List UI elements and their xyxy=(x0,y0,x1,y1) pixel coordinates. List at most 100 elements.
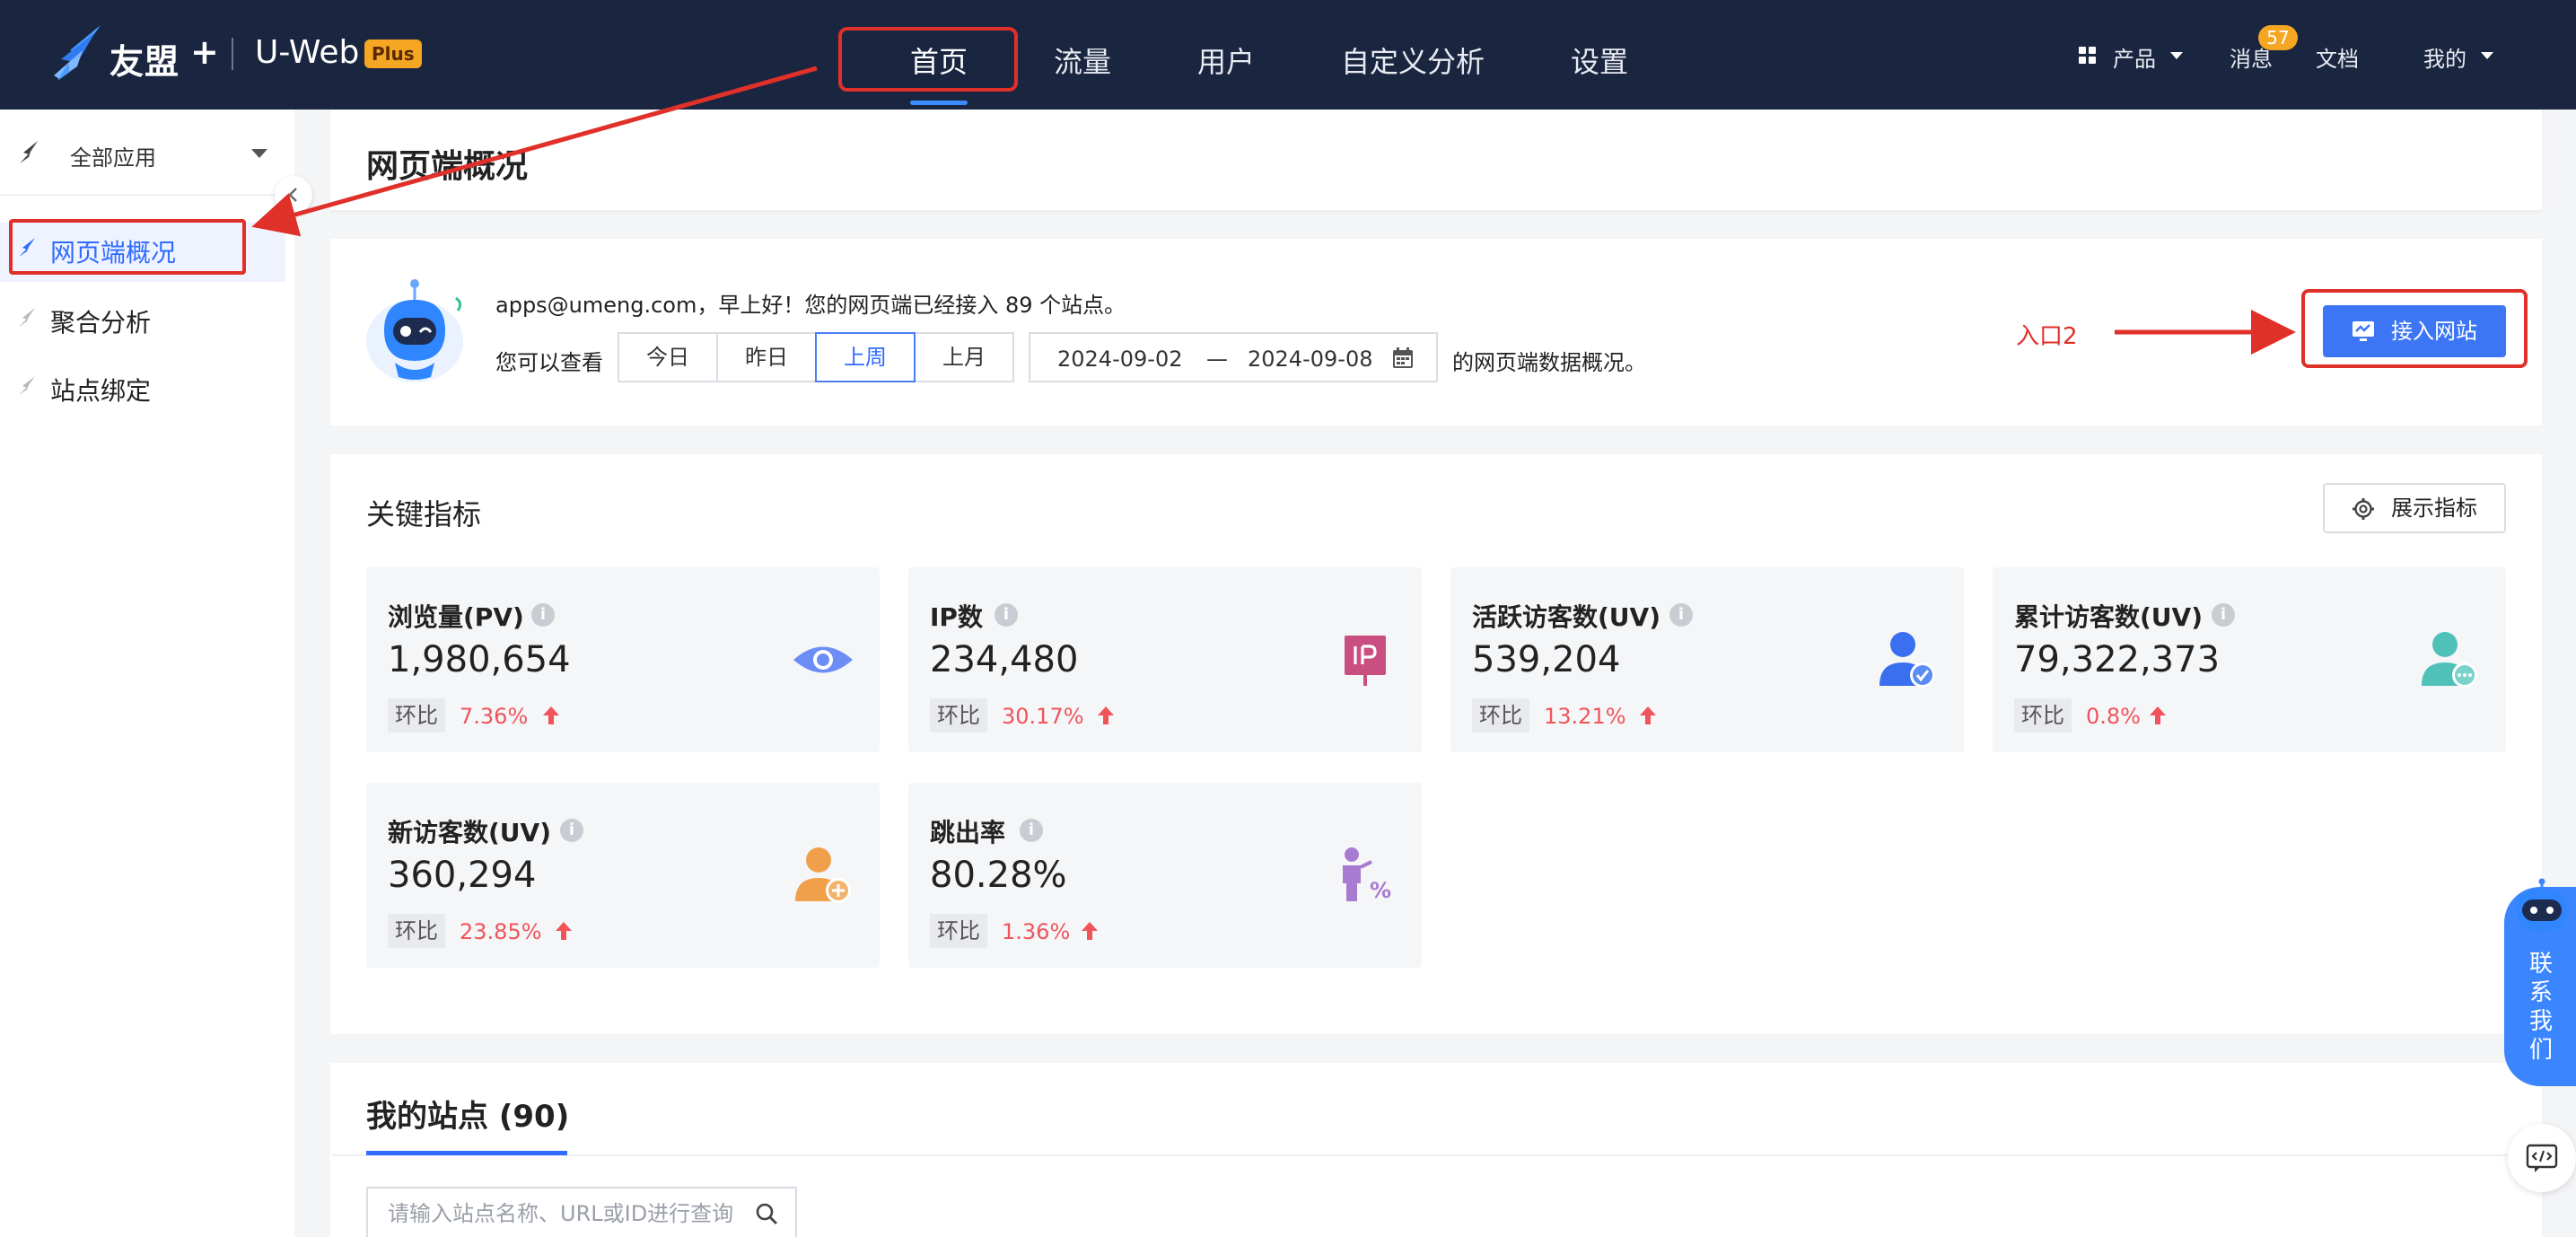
connect-site-label: 接入网站 xyxy=(2391,319,2477,344)
info-icon[interactable]: i xyxy=(531,603,555,627)
top-navigation-bar: 友盟 + U-Web Plus 首页 流量 用户 自定义分析 设置 产品 消息 … xyxy=(0,0,2576,110)
metric-value: 80.28% xyxy=(930,855,1067,896)
sidebar-collapse-button[interactable] xyxy=(275,176,312,214)
umeng-bird-icon xyxy=(19,376,35,395)
arrow-up-icon xyxy=(1640,706,1656,724)
ratio-value: 23.85% xyxy=(460,919,542,944)
tabs-divider xyxy=(332,1154,2540,1156)
annotation-box-sidebar xyxy=(9,219,246,275)
brand-name[interactable]: 友盟 xyxy=(110,34,180,83)
date-range-picker[interactable]: 2024-09-02 — 2024-09-08 xyxy=(1029,332,1438,382)
arrow-up-icon xyxy=(1082,922,1098,940)
arrow-up-icon xyxy=(1098,706,1114,724)
arrow-up-icon xyxy=(556,922,572,940)
user-more-icon xyxy=(2422,632,2477,688)
sidebar-item-site-binding[interactable]: 站点绑定 xyxy=(50,372,151,408)
ratio-tag: 环比 xyxy=(388,914,445,948)
range-today[interactable]: 今日 xyxy=(618,332,718,382)
metrics-section-title: 关键指标 xyxy=(366,497,482,531)
site-search-box[interactable] xyxy=(366,1187,797,1237)
plus-badge: Plus xyxy=(364,39,422,68)
info-icon[interactable]: i xyxy=(994,603,1018,627)
chevron-down-icon xyxy=(2481,52,2493,59)
info-icon[interactable]: i xyxy=(1020,819,1043,842)
umeng-bird-icon xyxy=(19,308,35,327)
ratio-tag: 环比 xyxy=(388,698,445,733)
metric-card-new-uv[interactable]: 新访客数(UV) i 360,294 环比 23.85% xyxy=(366,783,880,968)
docs-link[interactable]: 文档 xyxy=(2316,41,2359,73)
code-embed-button[interactable] xyxy=(2508,1124,2576,1192)
connect-site-button[interactable]: 接入网站 xyxy=(2323,305,2506,357)
ratio-value: 0.8% xyxy=(2086,704,2141,729)
range-last-week[interactable]: 上周 xyxy=(815,332,916,382)
metric-value: 360,294 xyxy=(388,855,537,896)
ratio-tag: 环比 xyxy=(930,914,987,948)
range-yesterday[interactable]: 昨日 xyxy=(716,332,817,382)
nav-users[interactable]: 用户 xyxy=(1197,39,1255,81)
date-start: 2024-09-02 xyxy=(1057,347,1183,372)
after-date-text: 的网页端数据概况。 xyxy=(1452,350,1646,375)
ratio-tag: 环比 xyxy=(1472,698,1529,733)
greeting-text: apps@umeng.com，早上好！您的网页端已经接入 89 个站点。 xyxy=(495,293,1126,318)
brand-plus: + xyxy=(190,32,219,72)
show-metrics-label: 展示指标 xyxy=(2391,496,2477,521)
ratio-value: 7.36% xyxy=(460,704,529,729)
metric-label: 新访客数(UV) xyxy=(388,818,552,847)
user-add-icon xyxy=(795,847,851,903)
ratio-tag: 环比 xyxy=(930,698,987,733)
my-sites-title[interactable]: 我的站点 (90) xyxy=(366,1092,569,1136)
metric-card-ip[interactable]: IP数 i 234,480 环比 30.17% xyxy=(908,567,1422,752)
info-icon[interactable]: i xyxy=(2212,603,2235,627)
app-selector[interactable]: 全部应用 xyxy=(70,140,156,171)
chevron-left-icon xyxy=(288,188,297,202)
tab-active-indicator xyxy=(366,1151,567,1155)
metric-label: 活跃访客数(UV) xyxy=(1472,602,1661,632)
products-menu[interactable]: 产品 xyxy=(2113,41,2156,73)
info-icon[interactable]: i xyxy=(560,819,583,842)
metric-label: 浏览量(PV) xyxy=(388,602,524,632)
my-menu[interactable]: 我的 xyxy=(2423,41,2466,73)
ratio-value: 13.21% xyxy=(1544,704,1626,729)
annotation-box-home xyxy=(838,27,1018,92)
arrow-up-icon xyxy=(2150,706,2166,724)
product-name[interactable]: U-Web xyxy=(255,34,359,71)
arrow-up-icon xyxy=(543,706,559,724)
eye-icon xyxy=(793,646,853,673)
range-last-month[interactable]: 上月 xyxy=(914,332,1014,382)
site-search-input[interactable] xyxy=(388,1201,747,1226)
show-metrics-button[interactable]: 展示指标 xyxy=(2323,483,2506,533)
umeng-logo-icon[interactable] xyxy=(50,23,104,83)
metric-card-bounce-rate[interactable]: 跳出率 i 80.28% 环比 1.36% % xyxy=(908,783,1422,968)
metric-card-cumulative-uv[interactable]: 累计访客数(UV) i 79,322,373 环比 0.8% xyxy=(1993,567,2506,752)
nav-custom-analysis[interactable]: 自定义分析 xyxy=(1341,39,1485,81)
info-icon[interactable]: i xyxy=(1669,603,1693,627)
chevron-down-icon xyxy=(2170,52,2183,59)
metric-value: 79,322,373 xyxy=(2014,639,2221,680)
site-connect-icon xyxy=(2353,321,2374,341)
calendar-icon[interactable] xyxy=(1391,347,1415,370)
sidebar-item-aggregate-analysis[interactable]: 聚合分析 xyxy=(50,303,151,339)
ip-sign-icon xyxy=(1345,636,1386,686)
metric-card-active-uv[interactable]: 活跃访客数(UV) i 539,204 环比 13.21% xyxy=(1450,567,1964,752)
date-separator: — xyxy=(1206,347,1228,372)
ratio-value: 30.17% xyxy=(1002,704,1084,729)
nav-active-indicator xyxy=(910,101,968,105)
chevron-down-icon[interactable] xyxy=(251,149,267,158)
search-icon[interactable] xyxy=(754,1201,779,1226)
metric-label: 累计访客数(UV) xyxy=(2014,602,2204,632)
gear-icon xyxy=(2353,498,2374,520)
svg-text:%: % xyxy=(1370,878,1391,903)
nav-settings[interactable]: 设置 xyxy=(1571,39,1628,81)
view-label: 您可以查看 xyxy=(495,350,603,375)
bounce-rate-icon: % xyxy=(1343,847,1391,903)
grid-icon[interactable] xyxy=(2079,47,2097,65)
metric-card-pv[interactable]: 浏览量(PV) i 1,980,654 环比 7.36% xyxy=(366,567,880,752)
page-title: 网页端概况 xyxy=(366,148,529,185)
metric-label: 跳出率 xyxy=(930,818,1006,847)
ratio-value: 1.36% xyxy=(1002,919,1071,944)
nav-traffic[interactable]: 流量 xyxy=(1054,39,1111,81)
sidebar-divider xyxy=(0,194,294,196)
brand-separator xyxy=(232,38,233,70)
contact-us-label: 联系我们 xyxy=(2528,951,2553,1064)
date-end: 2024-09-08 xyxy=(1248,347,1373,372)
